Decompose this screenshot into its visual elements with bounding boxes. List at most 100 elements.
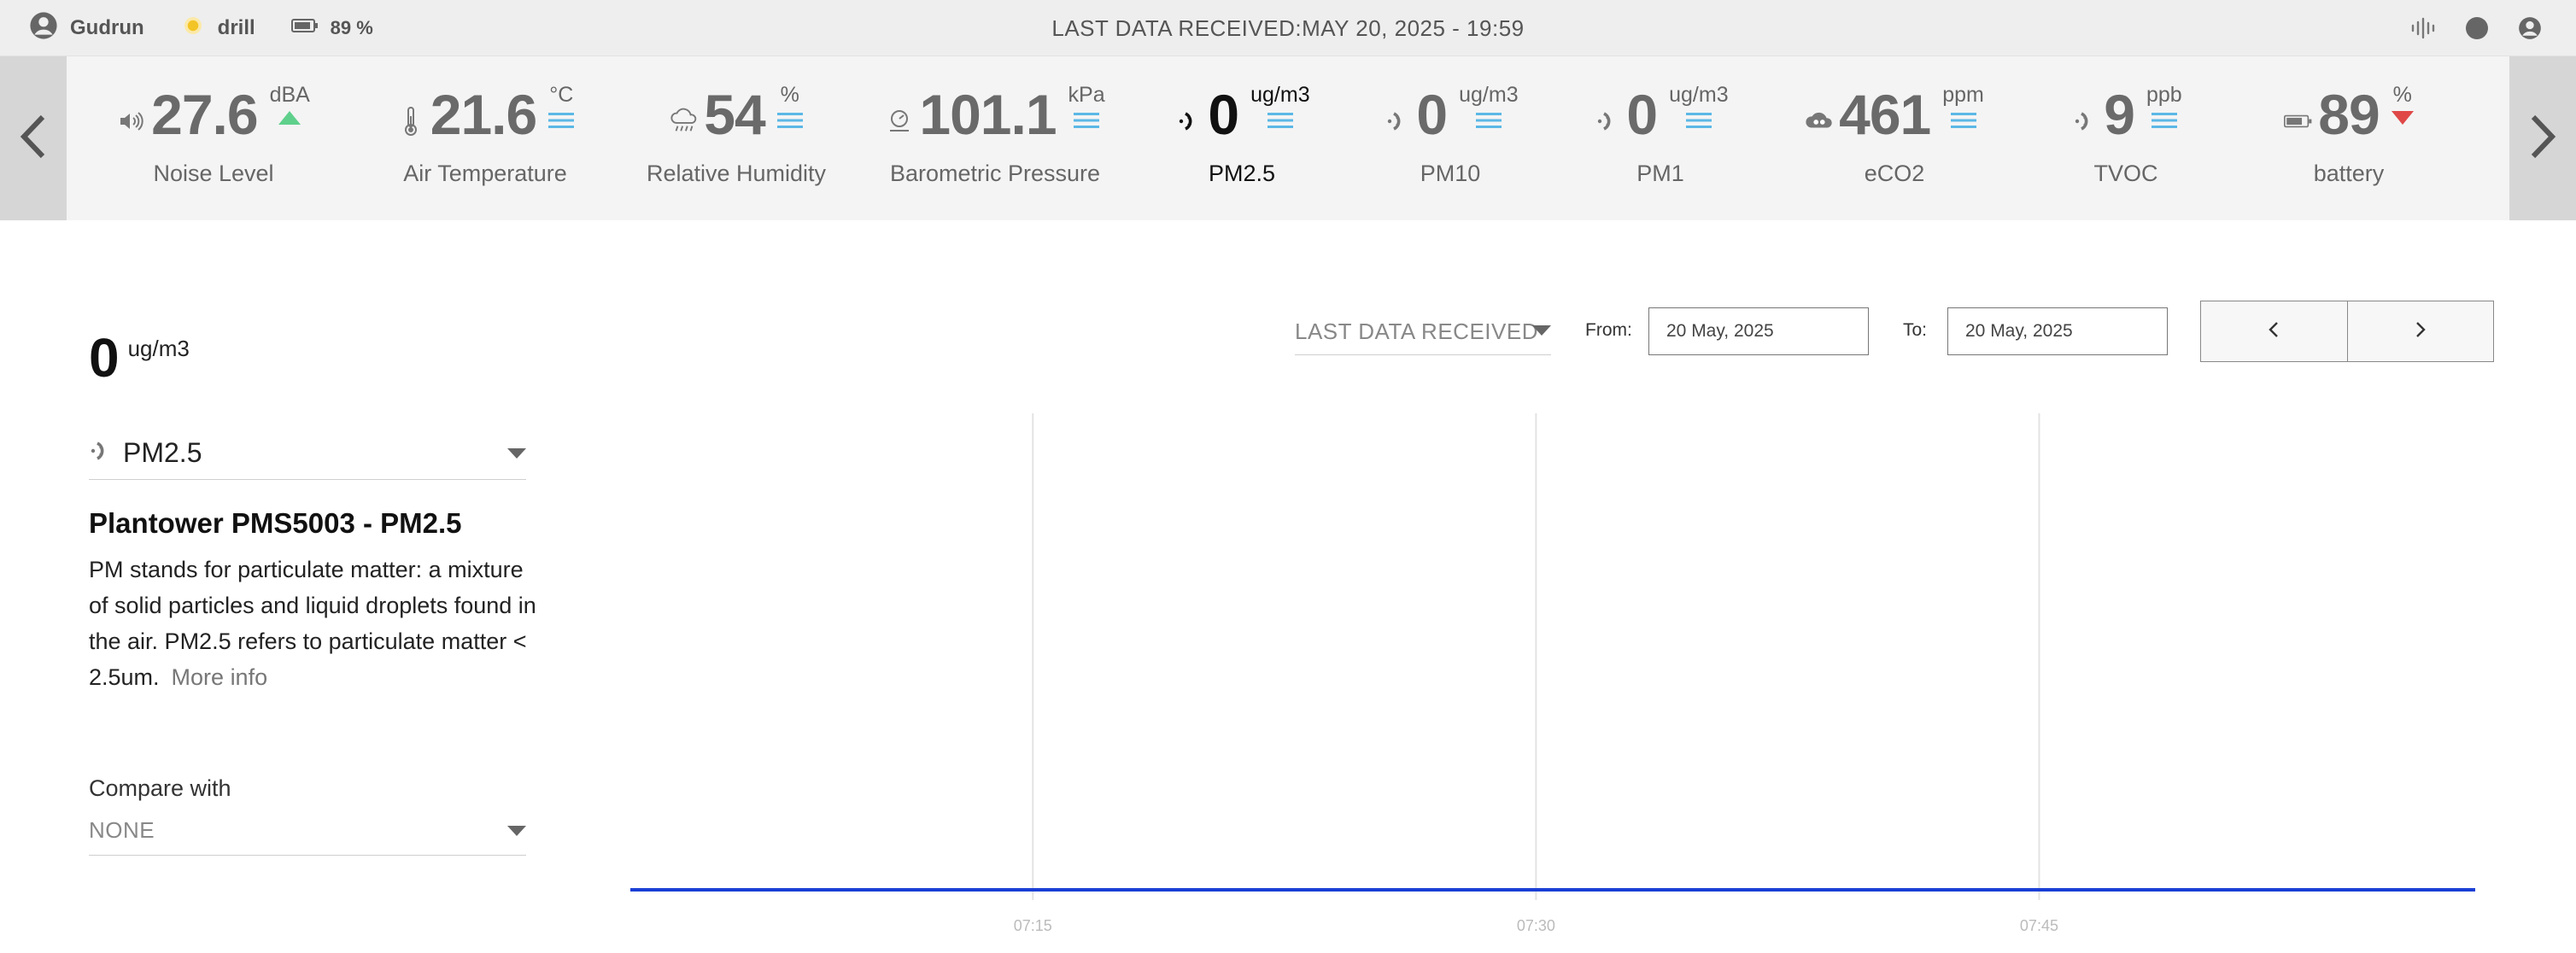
description-text: PM stands for particulate matter: a mixt… [89, 557, 536, 690]
compare-label: Compare with [89, 775, 231, 801]
to-date-input[interactable] [1947, 307, 2168, 355]
sensor-unit-box: ppm [1942, 80, 1984, 134]
trend-up-icon [278, 111, 302, 129]
next-sensors-button[interactable] [2509, 56, 2576, 220]
caret-down-icon [507, 825, 526, 840]
sensor-unit: kPa [1068, 83, 1105, 107]
sensor-card-eco2[interactable]: 461 ppm eCO2 [1771, 56, 2018, 220]
from-label: From: [1585, 320, 1632, 340]
account-circle-icon [29, 11, 58, 46]
sensor-card-noise-level[interactable]: 27.6 dBA Noise Level [90, 56, 337, 220]
mode-name: drill [217, 16, 255, 39]
caret-down-icon [1532, 324, 1551, 340]
sensor-unit: ppm [1942, 83, 1984, 107]
trend-stable-icon [1074, 111, 1100, 134]
caret-down-icon [507, 447, 526, 463]
previous-period-button[interactable] [2201, 301, 2347, 361]
sensor-card-relative-humidity[interactable]: 54% Relative Humidity [612, 56, 860, 220]
chart-canvas: 07:15 07:30 07:45 [630, 413, 2475, 934]
compare-dropdown-value: NONE [89, 817, 155, 843]
battery-icon [290, 16, 319, 40]
sensor-unit: ug/m3 [1459, 83, 1519, 107]
sensor-unit-box: dBA [270, 80, 310, 129]
trend-stable-icon [1950, 111, 1976, 134]
sensor-unit-box: kPa [1068, 80, 1105, 134]
sensor-card-pm1[interactable]: 0 ug/m3 PM1 [1537, 56, 1784, 220]
sensor-unit: % [2392, 83, 2412, 107]
trend-stable-icon [1685, 111, 1712, 134]
account-icon[interactable] [2518, 16, 2542, 40]
period-navigation [2200, 301, 2494, 362]
trend-stable-icon [548, 111, 575, 134]
sensor-label: Relative Humidity [646, 161, 827, 186]
x-tick-label: 07:15 [1014, 917, 1052, 934]
from-date-input[interactable] [1648, 307, 1869, 355]
current-unit: ug/m3 [127, 336, 190, 361]
sensor-description: PM stands for particulate matter: a mixt… [89, 552, 542, 695]
sensor-reading: 461 ppm [1771, 80, 2018, 149]
co2-cloud-icon [1805, 80, 1834, 149]
battery-status: 89 % [290, 16, 373, 40]
particles-icon [1382, 80, 1411, 149]
sensor-unit-box: ug/m3 [1669, 80, 1729, 134]
sensor-value: 0 [1626, 83, 1658, 146]
sensor-label: eCO2 [1864, 161, 1925, 186]
sensor-card-air-temperature[interactable]: 21.6 °C Air Temperature [361, 56, 609, 220]
sensor-unit: % [780, 83, 799, 107]
compare-dropdown[interactable]: NONE [89, 813, 526, 856]
current-reading: 0 ug/m3 [89, 330, 190, 386]
sensor-unit: ug/m3 [1250, 83, 1310, 107]
sensor-unit: ug/m3 [1669, 83, 1729, 107]
sensor-unit: ppb [2146, 83, 2182, 107]
particles-icon [1174, 80, 1203, 149]
sensor-value: 461 [1839, 83, 1931, 146]
record-circle-icon[interactable] [2465, 16, 2489, 40]
x-tick-label: 07:30 [1517, 917, 1555, 934]
mode-indicator[interactable]: drill [180, 13, 255, 44]
speaker-icon [117, 80, 146, 149]
trend-stable-icon [2151, 111, 2177, 134]
sensor-value: 101.1 [919, 83, 1057, 146]
x-tick-label: 07:45 [2020, 917, 2058, 934]
sensor-reading: 101.1 kPa [871, 80, 1119, 149]
sensor-unit-box: °C [548, 80, 575, 134]
chevron-right-icon [2415, 321, 2426, 342]
sensor-card-barometric-pressure[interactable]: 101.1 kPa Barometric Pressure [871, 56, 1119, 220]
user-menu[interactable]: Gudrun [29, 11, 144, 46]
top-bar-right [2381, 0, 2542, 56]
sensor-label: battery [2313, 161, 2385, 186]
sensor-unit-box: % [2391, 80, 2414, 129]
chevron-left-icon [2269, 321, 2279, 342]
next-period-button[interactable] [2346, 301, 2494, 361]
sensor-card-battery[interactable]: 89% battery [2225, 56, 2473, 220]
gauge-icon [885, 80, 914, 149]
sensor-value: 9 [2104, 83, 2135, 146]
sensor-card-tvoc[interactable]: 9 ppb TVOC [2002, 56, 2250, 220]
sensor-value: 0 [1416, 83, 1448, 146]
user-name: Gudrun [70, 16, 144, 39]
battery-level: 89 % [330, 17, 373, 38]
time-range-dropdown[interactable]: LAST DATA RECEIVED [1295, 307, 1551, 355]
sensor-reading: 89% [2225, 80, 2473, 149]
sensor-value: 0 [1208, 83, 1239, 146]
chevron-left-icon [19, 114, 48, 164]
rain-cloud-icon [670, 80, 699, 149]
sensor-chart: 07:15 07:30 07:45 [598, 401, 2503, 953]
trend-down-icon [2391, 111, 2414, 129]
more-info-link[interactable]: More info [172, 664, 268, 690]
particles-icon [2070, 80, 2099, 149]
chevron-right-icon [2528, 114, 2557, 164]
particles-icon [89, 440, 111, 466]
top-bar: Gudrun drill 89 % LAST DATA RECEIVED:MAY… [0, 0, 2576, 56]
sensor-dropdown[interactable]: PM2.5 [89, 427, 526, 480]
trend-stable-icon [1267, 111, 1293, 134]
sensor-reading: 0 ug/m3 [1537, 80, 1784, 149]
audio-waveform-icon[interactable] [2410, 17, 2436, 39]
sensor-unit-box: ug/m3 [1459, 80, 1519, 134]
previous-sensors-button[interactable] [0, 56, 67, 220]
sensor-label: PM1 [1636, 161, 1684, 186]
sensor-reading: 54% [612, 80, 860, 149]
thermometer-icon [396, 80, 425, 149]
sensor-label: Barometric Pressure [889, 161, 1101, 186]
sensor-value: 21.6 [430, 83, 537, 146]
